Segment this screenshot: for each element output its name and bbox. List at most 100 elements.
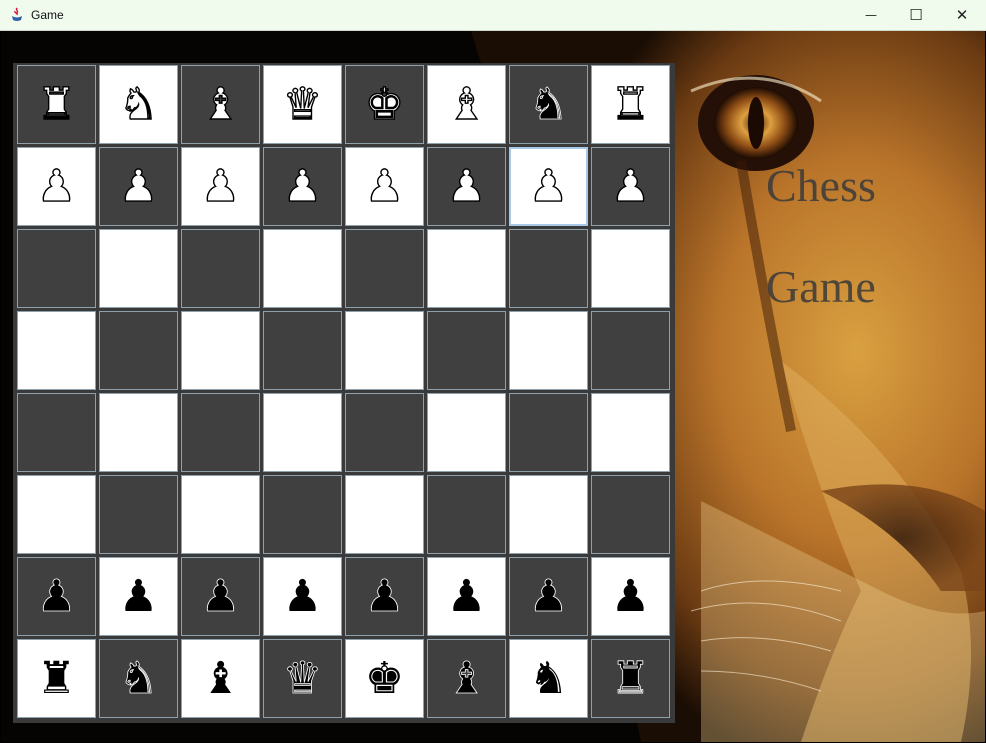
square-c2[interactable]: ♟: [181, 557, 260, 636]
square-c3[interactable]: [181, 475, 260, 554]
square-a6[interactable]: [17, 229, 96, 308]
square-c7[interactable]: ♟: [181, 147, 260, 226]
chess-piece[interactable]: ♟: [611, 574, 650, 619]
square-b2[interactable]: ♟: [99, 557, 178, 636]
chess-piece[interactable]: ♞: [118, 81, 159, 126]
chess-piece[interactable]: ♟: [446, 163, 487, 208]
square-f1[interactable]: ♝: [427, 639, 506, 718]
square-c5[interactable]: [181, 311, 260, 390]
square-h4[interactable]: [591, 393, 670, 472]
square-h8[interactable]: ♜: [591, 65, 670, 144]
chess-piece[interactable]: ♝: [200, 81, 241, 126]
square-d3[interactable]: [263, 475, 342, 554]
square-g1[interactable]: ♞: [509, 639, 588, 718]
square-h2[interactable]: ♟: [591, 557, 670, 636]
chess-piece[interactable]: ♟: [36, 574, 76, 619]
square-e5[interactable]: [345, 311, 424, 390]
square-e2[interactable]: ♟: [345, 557, 424, 636]
square-b1[interactable]: ♞: [99, 639, 178, 718]
square-g4[interactable]: [509, 393, 588, 472]
chess-piece[interactable]: ♜: [610, 656, 650, 701]
square-d5[interactable]: [263, 311, 342, 390]
square-a8[interactable]: ♜: [17, 65, 96, 144]
square-e3[interactable]: [345, 475, 424, 554]
chess-piece[interactable]: ♞: [118, 656, 158, 701]
square-a7[interactable]: ♟: [17, 147, 96, 226]
square-h3[interactable]: [591, 475, 670, 554]
chess-piece[interactable]: ♟: [282, 163, 323, 208]
chess-piece[interactable]: ♛: [282, 81, 323, 126]
square-g5[interactable]: [509, 311, 588, 390]
square-f5[interactable]: [427, 311, 506, 390]
square-e8[interactable]: ♚: [345, 65, 424, 144]
chess-piece[interactable]: ♜: [37, 656, 76, 701]
square-b7[interactable]: ♟: [99, 147, 178, 226]
square-d4[interactable]: [263, 393, 342, 472]
chess-piece[interactable]: ♟: [200, 574, 240, 619]
square-e1[interactable]: ♚: [345, 639, 424, 718]
chess-piece[interactable]: ♟: [118, 163, 159, 208]
square-b5[interactable]: [99, 311, 178, 390]
square-a5[interactable]: [17, 311, 96, 390]
square-f6[interactable]: [427, 229, 506, 308]
maximize-button[interactable]: ☐: [893, 0, 939, 30]
square-b3[interactable]: [99, 475, 178, 554]
square-c6[interactable]: [181, 229, 260, 308]
minimize-button[interactable]: —: [848, 0, 894, 30]
chess-piece[interactable]: ♝: [446, 656, 486, 701]
chess-piece[interactable]: ♟: [364, 163, 405, 208]
square-f2[interactable]: ♟: [427, 557, 506, 636]
chess-piece[interactable]: ♜: [36, 81, 77, 126]
chess-piece[interactable]: ♟: [447, 574, 486, 619]
chess-piece[interactable]: ♝: [446, 81, 487, 126]
chess-piece[interactable]: ♟: [119, 574, 158, 619]
chess-piece[interactable]: ♞: [529, 656, 568, 701]
title-bar: Game — ☐ ✕: [0, 0, 986, 31]
square-h7[interactable]: ♟: [591, 147, 670, 226]
chess-piece[interactable]: ♟: [610, 163, 651, 208]
square-h5[interactable]: [591, 311, 670, 390]
square-c1[interactable]: ♝: [181, 639, 260, 718]
chess-piece[interactable]: ♞: [528, 82, 568, 127]
square-b6[interactable]: [99, 229, 178, 308]
square-b8[interactable]: ♞: [99, 65, 178, 144]
chess-piece[interactable]: ♟: [528, 574, 568, 619]
square-a3[interactable]: [17, 475, 96, 554]
square-g3[interactable]: [509, 475, 588, 554]
square-a4[interactable]: [17, 393, 96, 472]
square-f8[interactable]: ♝: [427, 65, 506, 144]
square-d6[interactable]: [263, 229, 342, 308]
square-a1[interactable]: ♜: [17, 639, 96, 718]
square-g6[interactable]: [509, 229, 588, 308]
chess-piece[interactable]: ♟: [36, 163, 77, 208]
square-g2[interactable]: ♟: [509, 557, 588, 636]
square-e6[interactable]: [345, 229, 424, 308]
chess-piece[interactable]: ♚: [364, 81, 405, 126]
chess-piece[interactable]: ♜: [610, 81, 651, 126]
square-g8[interactable]: ♞: [509, 65, 588, 144]
square-g7[interactable]: ♟: [509, 147, 588, 226]
square-f7[interactable]: ♟: [427, 147, 506, 226]
chess-piece[interactable]: ♟: [364, 574, 404, 619]
close-button[interactable]: ✕: [939, 0, 985, 30]
chess-piece[interactable]: ♟: [283, 574, 322, 619]
square-h6[interactable]: [591, 229, 670, 308]
square-d2[interactable]: ♟: [263, 557, 342, 636]
square-b4[interactable]: [99, 393, 178, 472]
chess-piece[interactable]: ♝: [201, 656, 240, 701]
square-f4[interactable]: [427, 393, 506, 472]
square-d8[interactable]: ♛: [263, 65, 342, 144]
square-c8[interactable]: ♝: [181, 65, 260, 144]
chess-piece[interactable]: ♚: [365, 656, 404, 701]
chess-piece[interactable]: ♛: [282, 656, 322, 701]
square-d1[interactable]: ♛: [263, 639, 342, 718]
chess-piece[interactable]: ♟: [528, 163, 569, 208]
square-d7[interactable]: ♟: [263, 147, 342, 226]
square-e7[interactable]: ♟: [345, 147, 424, 226]
square-e4[interactable]: [345, 393, 424, 472]
square-h1[interactable]: ♜: [591, 639, 670, 718]
square-c4[interactable]: [181, 393, 260, 472]
square-f3[interactable]: [427, 475, 506, 554]
chess-piece[interactable]: ♟: [200, 163, 241, 208]
square-a2[interactable]: ♟: [17, 557, 96, 636]
